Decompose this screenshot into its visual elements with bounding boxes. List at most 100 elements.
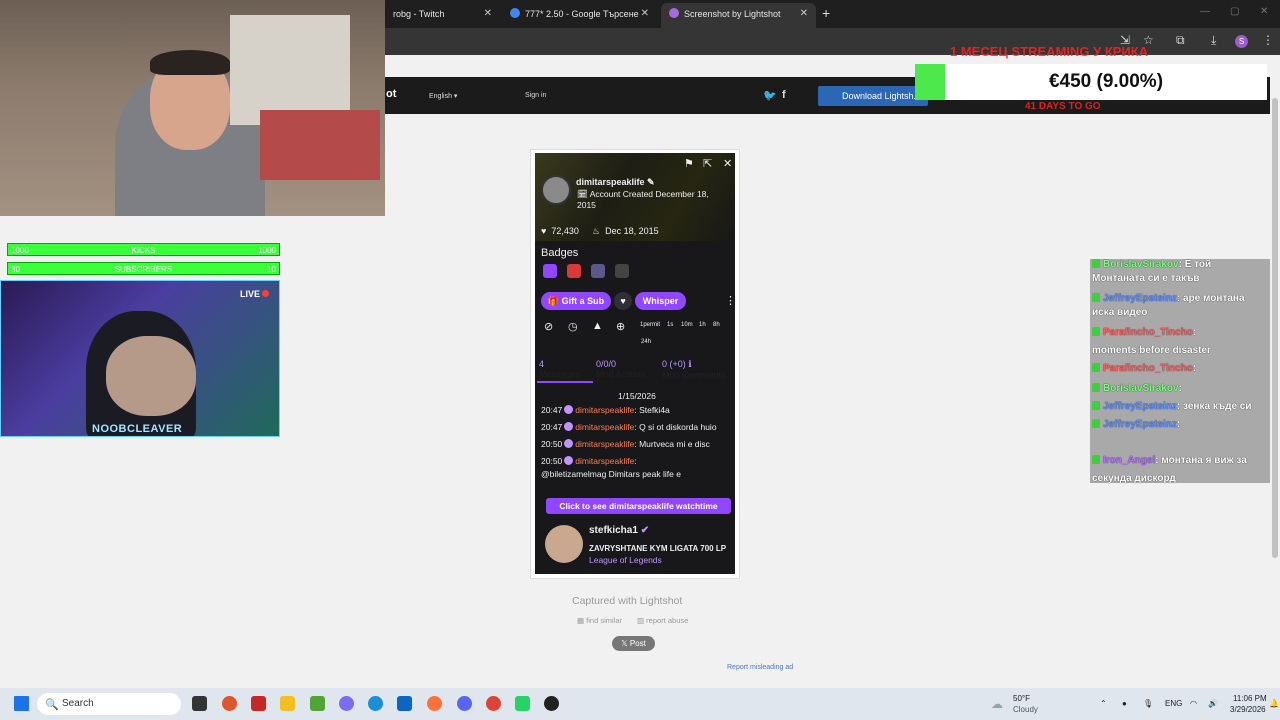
card-username[interactable]: dimitarspeaklife ✎ [576,177,655,188]
volume-icon[interactable]: 🔊 [1208,699,1218,708]
microphone-icon[interactable]: 🎙 [1143,699,1153,708]
stream-channel[interactable]: stefkicha1 ✔ [589,525,649,536]
search-icon: 🔍 [45,699,59,711]
extensions-icon[interactable]: ⧉ [1176,33,1185,48]
close-icon[interactable]: ✕ [723,157,732,170]
app-green-icon[interactable] [515,696,530,711]
scrollbar-thumb[interactable] [1272,98,1278,558]
stream-avatar[interactable] [545,525,583,563]
timeout-option[interactable]: 1h [699,322,706,328]
timeout-option[interactable]: 1permit [640,322,660,328]
edge-icon[interactable] [368,696,383,711]
clock-time[interactable]: 11:06 PM [1233,694,1267,703]
store-icon[interactable] [397,696,412,711]
gift-sub-button[interactable]: 🎁 Gift a Sub [541,292,611,310]
tab-twitch[interactable]: robg - Twitch ✕ [385,3,500,28]
chat-text: moments before disaster [1092,345,1211,356]
chrome-icon[interactable] [486,696,501,711]
more-options-icon[interactable]: ⋮ [725,294,736,307]
tab-google[interactable]: 777* 2.50 - Google Търсене ✕ [502,3,657,28]
task-view-icon[interactable] [192,696,207,711]
timeout-option[interactable]: 1s [667,322,673,328]
chat-text: : Е той [1178,259,1212,270]
follow-date: ♨ Dec 18, 2015 [592,226,659,236]
report-abuse-link[interactable]: ▥ report abuse [637,616,688,625]
heart-badge-icon[interactable] [567,264,581,278]
minecraft-icon[interactable] [310,696,325,711]
mod-user-icon[interactable]: ⊕ [616,320,625,333]
firefox-icon[interactable] [427,696,442,711]
timeout-icon[interactable]: ◷ [568,320,578,333]
whisper-button[interactable]: Whisper [635,292,686,310]
site-logo[interactable]: ot [386,88,396,100]
goal-amount: €450 (9.00%) [945,64,1267,100]
watchtime-button[interactable]: Click to see dimitarspeaklife watchtime [546,498,731,514]
message-username[interactable]: dimitarspeaklife [575,439,634,449]
verified-badge-icon[interactable] [543,264,557,278]
menu-icon[interactable]: ⋮ [1262,33,1274,47]
app-red-icon[interactable] [251,696,266,711]
tab-messages[interactable]: 4 Messages [539,359,580,379]
followers-count: ♥ 72,430 [541,226,579,236]
tray-chevron-icon[interactable]: ⌃ [1100,699,1107,708]
brave-icon[interactable] [222,696,237,711]
close-window-icon[interactable]: ✕ [1260,6,1268,17]
report-ad-link[interactable]: Report misleading ad [727,664,793,671]
twitter-icon[interactable]: 🐦 [763,89,777,102]
stream-title: ZAVRYSHTANE KYM LIGATA 700 LP [589,544,727,553]
stream-game[interactable]: League of Legends [589,555,662,565]
sign-in-link[interactable]: Sign in [525,92,546,99]
message-username[interactable]: dimitarspeaklife [575,422,634,432]
language-indicator[interactable]: ENG [1165,699,1182,708]
tab-lightshot[interactable]: Screenshot by Lightshot ✕ [661,3,816,28]
tab-mod-comments[interactable]: 0 (+0) ℹ Mod Comments [662,359,726,380]
download-icon[interactable]: ⤓ [1211,33,1216,48]
tray-app-icon[interactable]: ● [1122,699,1127,708]
close-icon[interactable]: ✕ [484,3,492,25]
weather-temp[interactable]: 50°F [1013,694,1030,703]
message-username[interactable]: dimitarspeaklife [575,405,634,415]
file-explorer-icon[interactable] [280,696,295,711]
timeout-option[interactable]: 8h [713,322,720,328]
ban-icon[interactable]: ⊘ [544,320,553,333]
gift-badge-icon[interactable] [615,264,629,278]
chat-overlay-line: секунда дискорд [1092,470,1176,487]
sub-badge-icon[interactable] [591,264,605,278]
goal-subtitle: 41 DAYS TO GO [1025,101,1101,112]
user-avatar [541,175,571,205]
verified-badge-icon [564,422,574,431]
kicks-bar: 1000 KICKS 1000 [7,243,280,256]
obs-icon[interactable] [544,696,559,711]
new-tab-button[interactable]: + [822,5,830,21]
timeout-option[interactable]: 10m [681,322,693,328]
follow-heart-button[interactable]: ♥ [614,292,632,310]
clock-date[interactable]: 3/29/2026 [1230,705,1266,714]
facebook-icon[interactable]: f [782,89,786,101]
message-time: 20:50 [541,456,563,466]
wifi-icon[interactable]: ◠ [1190,699,1197,708]
gift-icon: 🎁 [547,296,560,306]
language-select[interactable]: English ▾ [429,92,457,100]
notification-bell-icon[interactable]: 🔔 [1269,699,1279,708]
close-icon[interactable]: ✕ [641,3,649,25]
lightshot-icon [669,8,679,18]
maximize-icon[interactable]: ▢ [1230,6,1239,17]
windows-start-icon[interactable] [14,696,29,711]
discord-icon[interactable] [457,696,472,711]
messages-date: 1/15/2026 [618,391,656,401]
profile-avatar[interactable]: S [1235,35,1248,48]
message-username[interactable]: dimitarspeaklife [575,456,634,466]
download-lightshot-button[interactable]: Download Lightsh... [818,86,928,106]
tab-mod-actions[interactable]: 0/0/0 Mod Actions [596,359,645,379]
popout-icon[interactable]: ⇱ [703,157,712,170]
find-similar-link[interactable]: ▦ find similar [577,616,622,625]
close-icon[interactable]: ✕ [800,3,808,25]
copilot-icon[interactable] [339,696,354,711]
timeout-option[interactable]: 24h [641,339,651,345]
weather-desc[interactable]: Cloudy [1013,705,1038,714]
x-post-button[interactable]: 𝕏 Post [612,636,655,651]
minimize-icon[interactable]: — [1200,6,1210,17]
pin-icon[interactable]: ⚑ [684,157,694,170]
warning-icon[interactable]: ▲ [592,320,603,332]
chat-text: Монтаната си е такъв [1092,273,1200,284]
